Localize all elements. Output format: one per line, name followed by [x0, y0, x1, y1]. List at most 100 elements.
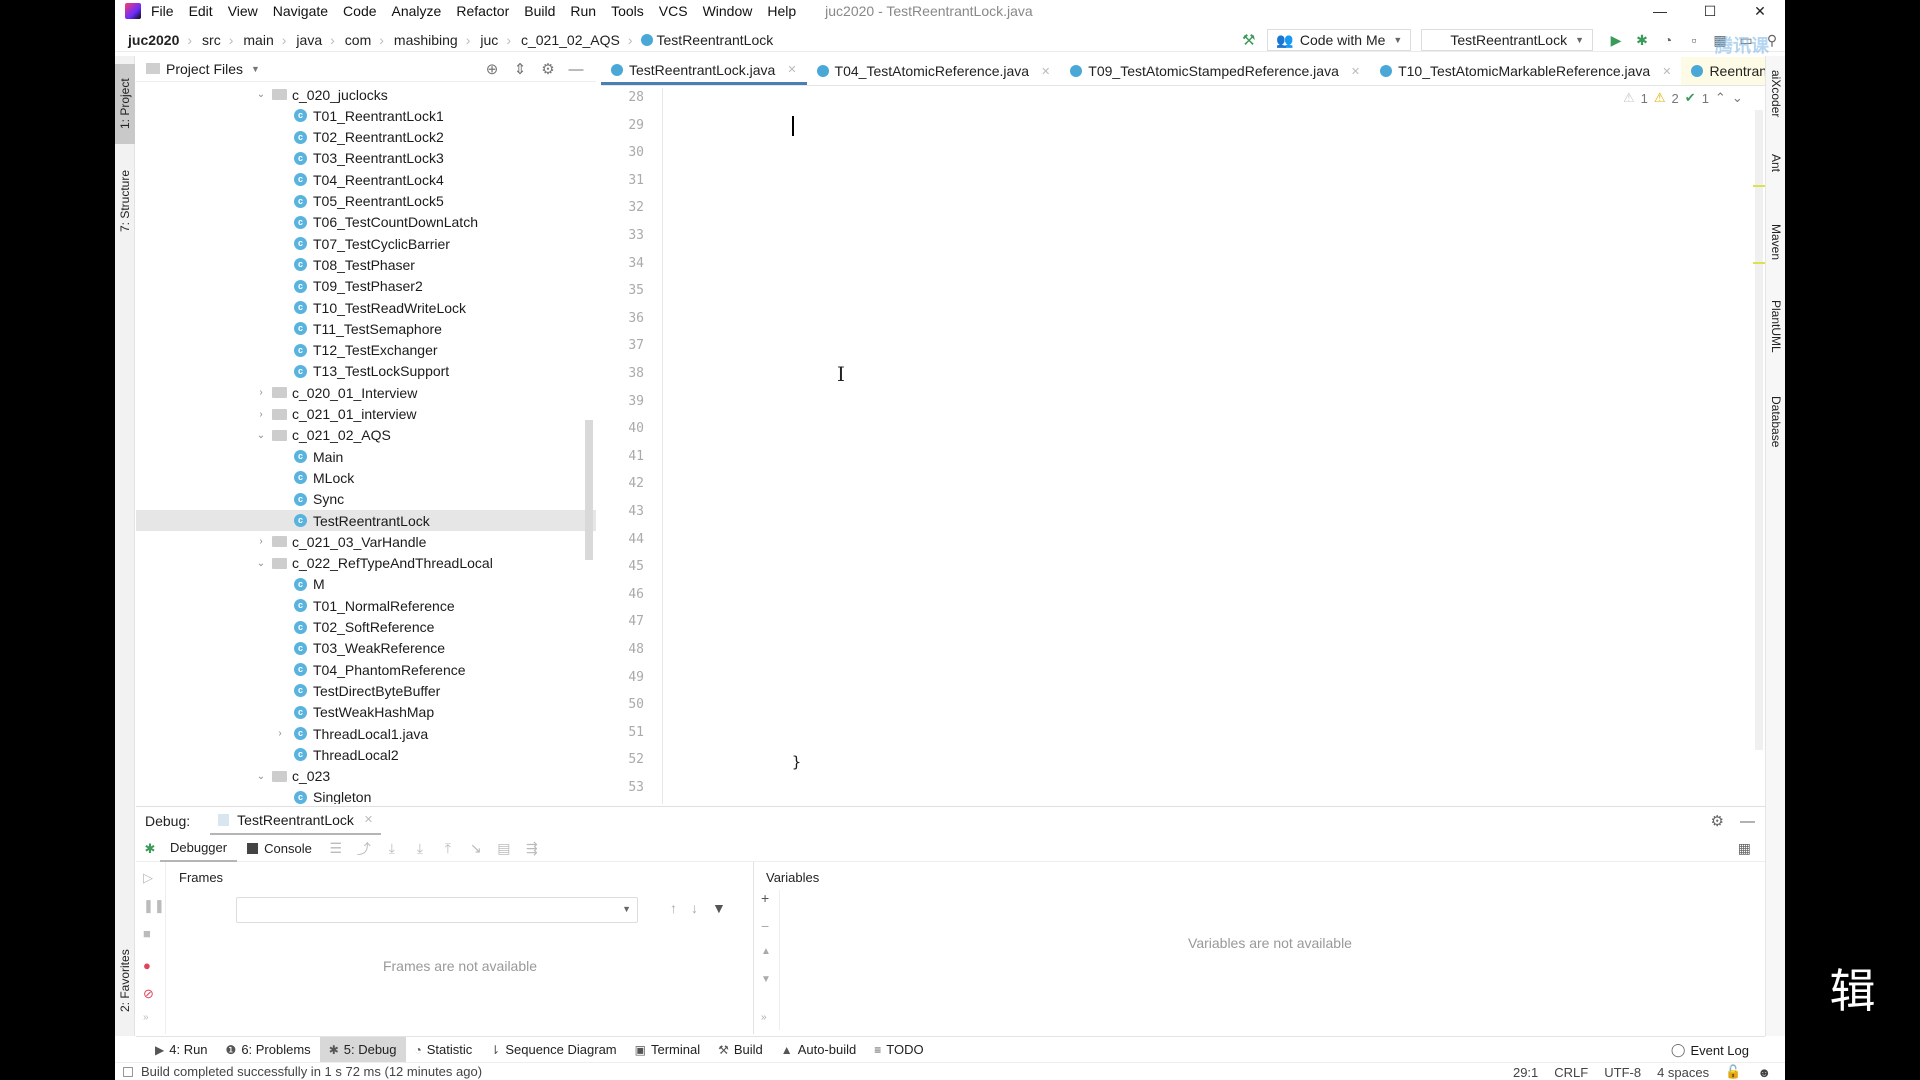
tool-window-todo[interactable]: ≡ TODO — [865, 1037, 932, 1063]
chevron-down-icon[interactable]: ⌄ — [254, 558, 268, 569]
tree-file[interactable]: c ThreadLocal2 — [136, 744, 596, 765]
menu-view[interactable]: View — [228, 3, 258, 19]
collapse-all-icon[interactable]: ⇕ — [506, 60, 534, 78]
tree-file[interactable]: c T01_NormalReference — [136, 595, 596, 616]
stop-icon[interactable]: ■ — [143, 926, 151, 941]
menu-file[interactable]: File — [151, 3, 174, 19]
chevron-down-icon[interactable]: ⌄ — [254, 771, 268, 782]
tree-file[interactable]: c T02_SoftReference — [136, 617, 596, 638]
tree-folder[interactable]: ⌄ c_023 — [136, 766, 596, 787]
tree-file[interactable]: c T07_TestCyclicBarrier — [136, 233, 596, 254]
structure-tool-tab[interactable]: 7: Structure — [115, 156, 135, 246]
tool-window-auto-build[interactable]: ▲ Auto-build — [772, 1037, 865, 1063]
event-log-button[interactable]: ◯ Event Log — [1671, 1037, 1749, 1063]
breadcrumb-file[interactable]: TestReentrantLock — [657, 32, 774, 48]
tree-file[interactable]: c Main — [136, 446, 596, 467]
hammer-icon[interactable]: ⚒ — [1242, 31, 1255, 49]
move-down-icon[interactable]: ▼ — [761, 974, 771, 985]
menu-analyze[interactable]: Analyze — [392, 3, 442, 19]
step-over-icon[interactable]: ⤓ — [378, 840, 406, 857]
tree-file[interactable]: c T10_TestReadWriteLock — [136, 297, 596, 318]
menu-navigate[interactable]: Navigate — [273, 3, 328, 19]
project-tool-tab[interactable]: 1: Project — [115, 64, 135, 144]
step-out-icon[interactable]: ⤒ — [434, 840, 462, 857]
close-button[interactable]: ✕ — [1735, 3, 1785, 20]
tab-t10-testatomicmarkablereference[interactable]: T10_TestAtomicMarkableReference.java ✕ — [1370, 57, 1681, 85]
inspector-icon[interactable]: ☻ — [1757, 1065, 1771, 1080]
maven-tool-tab[interactable]: Maven — [1766, 224, 1785, 260]
breadcrumb-item[interactable]: juc — [480, 32, 498, 48]
tree-folder[interactable]: › c_021_03_VarHandle — [136, 531, 596, 552]
view-breakpoints-icon[interactable]: ● — [143, 958, 151, 973]
tree-file[interactable]: c Sync — [136, 489, 596, 510]
gear-icon[interactable]: ⚙ — [1711, 812, 1724, 830]
menu-lines-icon[interactable]: ☰ — [322, 840, 350, 857]
toggle-tool-windows-icon[interactable] — [123, 1066, 133, 1077]
show-execution-point-icon[interactable]: ⤴ — [350, 839, 378, 859]
more-icon[interactable]: » — [143, 1012, 149, 1023]
more-icon[interactable]: » — [761, 1012, 767, 1023]
tool-window-problems[interactable]: ❶ 6: Problems — [217, 1037, 320, 1063]
hide-panel-icon[interactable]: — — [1740, 813, 1755, 830]
add-watch-icon[interactable]: + — [761, 890, 769, 906]
tree-file[interactable]: c TestReentrantLock — [136, 510, 596, 531]
tree-file[interactable]: c T05_ReentrantLock5 — [136, 191, 596, 212]
tree-scrollbar[interactable] — [585, 420, 593, 560]
ant-tool-tab[interactable]: Ant — [1766, 154, 1785, 172]
tree-file[interactable]: c TestWeakHashMap — [136, 702, 596, 723]
favorites-tool-tab[interactable]: 2: Favorites — [115, 936, 135, 1026]
mute-breakpoints-icon[interactable]: ⊘ — [143, 986, 154, 1002]
close-session-icon[interactable]: ✕ — [364, 813, 373, 826]
inspection-widget[interactable]: ⚠ 1 ⚠ 2 ✔ 1 ⌃ ⌄ — [1623, 90, 1743, 106]
next-highlight-icon[interactable]: ⌄ — [1732, 90, 1743, 106]
tool-window-debug[interactable]: ✱ 5: Debug — [319, 1036, 406, 1063]
filter-icon[interactable]: ▼ — [712, 900, 726, 916]
breadcrumb-item[interactable]: main — [243, 32, 273, 48]
locate-icon[interactable]: ⊕ — [478, 60, 506, 78]
tab-console[interactable]: Console — [237, 836, 322, 862]
tree-file[interactable]: cM — [136, 574, 596, 595]
close-tab-icon[interactable]: ✕ — [787, 63, 796, 76]
trace-icon[interactable]: ⇶ — [518, 840, 546, 857]
thread-select[interactable]: ▼ — [236, 897, 638, 923]
tool-window-statistic[interactable]: ◔ Statistic — [406, 1037, 482, 1063]
tree-file[interactable]: c MLock — [136, 467, 596, 488]
tree-file[interactable]: c T09_TestPhaser2 — [136, 276, 596, 297]
breadcrumb-item[interactable]: src — [202, 32, 221, 48]
tree-folder[interactable]: ⌄ c_020_juclocks — [136, 84, 596, 105]
close-tab-icon[interactable]: ✕ — [1662, 65, 1671, 78]
tree-folder[interactable]: › c_021_01_interview — [136, 404, 596, 425]
database-tool-tab[interactable]: Database — [1766, 396, 1785, 447]
chevron-down-icon[interactable]: ⌄ — [254, 430, 268, 441]
remove-watch-icon[interactable]: − — [761, 918, 769, 934]
breadcrumb-item[interactable]: c_021_02_AQS — [521, 32, 620, 48]
previous-frame-icon[interactable]: ↑ — [670, 900, 677, 916]
hide-icon[interactable]: — — [562, 61, 590, 78]
run-configuration-select[interactable]: TestReentrantLock ▼ — [1421, 29, 1593, 51]
tool-window-run[interactable]: ▶ 4: Run — [146, 1037, 217, 1063]
breadcrumb-project[interactable]: juc2020 — [128, 32, 179, 48]
tree-file[interactable]: c T11_TestSemaphore — [136, 318, 596, 339]
lock-icon[interactable]: 🔓 — [1725, 1064, 1741, 1080]
tree-file[interactable]: c T04_ReentrantLock4 — [136, 169, 596, 190]
indent-setting[interactable]: 4 spaces — [1657, 1065, 1709, 1080]
tree-folder[interactable]: › c_020_01_Interview — [136, 382, 596, 403]
tree-folder[interactable]: ⌄ c_022_RefTypeAndThreadLocal — [136, 553, 596, 574]
plantuml-tool-tab[interactable]: PlantUML — [1766, 300, 1785, 353]
status-message[interactable]: Build completed successfully in 1 s 72 m… — [141, 1064, 482, 1079]
tab-t09-testatomicstampedreference[interactable]: T09_TestAtomicStampedReference.java ✕ — [1060, 57, 1370, 85]
chevron-right-icon[interactable]: › — [254, 536, 268, 547]
tab-t04-testatomicreference[interactable]: T04_TestAtomicReference.java ✕ — [807, 57, 1061, 85]
chevron-down-icon[interactable]: ⌄ — [254, 89, 268, 100]
line-separator[interactable]: CRLF — [1554, 1065, 1588, 1080]
menu-refactor[interactable]: Refactor — [456, 3, 509, 19]
layout-settings-icon[interactable]: ▦ — [1738, 840, 1751, 857]
tree-file[interactable]: c T04_PhantomReference — [136, 659, 596, 680]
evaluate-expression-icon[interactable]: ▤ — [490, 840, 518, 857]
tree-file[interactable]: › c ThreadLocal1.java — [136, 723, 596, 744]
code-editor[interactable] — [664, 88, 1764, 804]
file-encoding[interactable]: UTF-8 — [1604, 1065, 1641, 1080]
close-tab-icon[interactable]: ✕ — [1041, 65, 1050, 78]
tree-file[interactable]: c T02_ReentrantLock2 — [136, 127, 596, 148]
tree-file[interactable]: c T06_TestCountDownLatch — [136, 212, 596, 233]
